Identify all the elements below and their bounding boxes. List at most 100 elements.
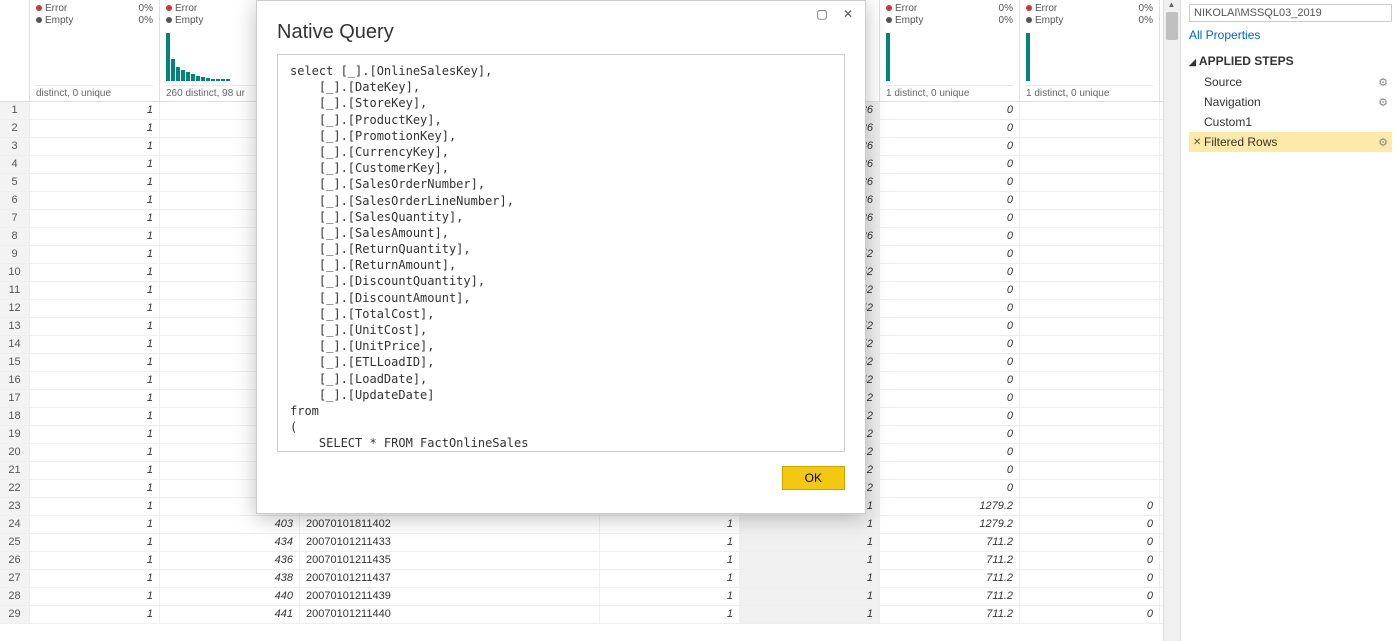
row-number[interactable]: 14 xyxy=(0,336,30,353)
cell[interactable]: 1 xyxy=(30,372,160,389)
row-number[interactable]: 7 xyxy=(0,210,30,227)
cell[interactable]: 0 xyxy=(1020,570,1160,587)
cell[interactable]: 1 xyxy=(600,552,740,569)
row-number[interactable]: 28 xyxy=(0,588,30,605)
cell[interactable]: 1 xyxy=(600,570,740,587)
cell[interactable]: 0 xyxy=(880,444,1020,461)
row-number[interactable]: 25 xyxy=(0,534,30,551)
cell[interactable] xyxy=(1020,462,1160,479)
all-properties-link[interactable]: All Properties xyxy=(1189,28,1260,42)
cell[interactable]: 1 xyxy=(30,318,160,335)
cell[interactable]: 0 xyxy=(880,120,1020,137)
applied-step[interactable]: Custom1 xyxy=(1189,112,1392,132)
cell[interactable]: 0 xyxy=(880,318,1020,335)
cell[interactable]: 1 xyxy=(740,606,880,623)
cell[interactable]: 1 xyxy=(30,156,160,173)
maximize-icon[interactable]: ▢ xyxy=(815,7,829,21)
cell[interactable]: 403 xyxy=(160,516,300,533)
cell[interactable]: 0 xyxy=(880,390,1020,407)
cell[interactable] xyxy=(1020,174,1160,191)
cell[interactable]: 1 xyxy=(30,282,160,299)
cell[interactable] xyxy=(1020,426,1160,443)
gear-icon[interactable]: ⚙ xyxy=(1378,76,1388,89)
cell[interactable]: 0 xyxy=(1020,552,1160,569)
gear-icon[interactable]: ⚙ xyxy=(1378,96,1388,109)
cell[interactable]: 1279.2 xyxy=(880,516,1020,533)
cell[interactable]: 20070101211435 xyxy=(300,552,600,569)
cell[interactable]: 1 xyxy=(30,552,160,569)
scroll-up-icon[interactable]: ▲ xyxy=(1164,0,1179,12)
row-number[interactable]: 20 xyxy=(0,444,30,461)
cell[interactable]: 711.2 xyxy=(880,534,1020,551)
cell[interactable]: 0 xyxy=(880,246,1020,263)
cell[interactable]: 711.2 xyxy=(880,588,1020,605)
row-number[interactable]: 18 xyxy=(0,408,30,425)
cell[interactable] xyxy=(1020,120,1160,137)
cell[interactable]: 711.2 xyxy=(880,552,1020,569)
cell[interactable]: 1 xyxy=(30,354,160,371)
table-row[interactable]: 2514342007010121143311711.20 xyxy=(0,534,1163,552)
cell[interactable]: 0 xyxy=(880,480,1020,497)
cell[interactable]: 1 xyxy=(30,570,160,587)
column-header-f[interactable]: Error0% Empty0% 1 distinct, 0 unique xyxy=(880,0,1020,101)
row-number[interactable]: 8 xyxy=(0,228,30,245)
row-number[interactable]: 24 xyxy=(0,516,30,533)
cell[interactable]: 1 xyxy=(30,246,160,263)
row-number[interactable]: 9 xyxy=(0,246,30,263)
cell[interactable]: 20070101211440 xyxy=(300,606,600,623)
cell[interactable]: 1 xyxy=(30,102,160,119)
cell[interactable]: 1 xyxy=(740,516,880,533)
cell[interactable]: 1 xyxy=(30,264,160,281)
row-number[interactable]: 11 xyxy=(0,282,30,299)
cell[interactable]: 440 xyxy=(160,588,300,605)
caret-down-icon[interactable]: ◢ xyxy=(1189,57,1196,67)
cell[interactable]: 0 xyxy=(1020,606,1160,623)
cell[interactable]: 1 xyxy=(30,480,160,497)
cell[interactable]: 1 xyxy=(30,138,160,155)
row-number[interactable]: 15 xyxy=(0,354,30,371)
cell[interactable] xyxy=(1020,102,1160,119)
cell[interactable]: 1 xyxy=(600,606,740,623)
cell[interactable]: 1 xyxy=(30,192,160,209)
cell[interactable] xyxy=(1020,372,1160,389)
cell[interactable]: 1 xyxy=(30,444,160,461)
cell[interactable] xyxy=(1020,246,1160,263)
cell[interactable] xyxy=(1020,228,1160,245)
cell[interactable]: 711.2 xyxy=(880,570,1020,587)
cell[interactable]: 1 xyxy=(740,552,880,569)
cell[interactable]: 1 xyxy=(30,498,160,515)
row-number[interactable]: 17 xyxy=(0,390,30,407)
table-row[interactable]: 2614362007010121143511711.20 xyxy=(0,552,1163,570)
cell[interactable]: 1 xyxy=(600,516,740,533)
cell[interactable]: 0 xyxy=(1020,516,1160,533)
column-header-g[interactable]: Error0% Empty0% 1 distinct, 0 unique xyxy=(1020,0,1160,101)
cell[interactable]: 1 xyxy=(30,300,160,317)
cell[interactable]: 436 xyxy=(160,552,300,569)
table-row[interactable]: 24140320070101811402111279.20 xyxy=(0,516,1163,534)
row-number[interactable]: 29 xyxy=(0,606,30,623)
row-number[interactable]: 4 xyxy=(0,156,30,173)
row-number[interactable]: 2 xyxy=(0,120,30,137)
cell[interactable] xyxy=(1020,264,1160,281)
row-number[interactable]: 19 xyxy=(0,426,30,443)
cell[interactable]: 0 xyxy=(880,192,1020,209)
native-query-code[interactable]: select [_].[OnlineSalesKey], [_].[DateKe… xyxy=(277,54,845,452)
row-number[interactable]: 22 xyxy=(0,480,30,497)
applied-step[interactable]: Source⚙ xyxy=(1189,72,1392,92)
cell[interactable]: 1 xyxy=(30,390,160,407)
cell[interactable]: 1 xyxy=(740,570,880,587)
row-number[interactable]: 16 xyxy=(0,372,30,389)
cell[interactable]: 1 xyxy=(30,120,160,137)
cell[interactable]: 1 xyxy=(30,534,160,551)
cell[interactable]: 1 xyxy=(30,588,160,605)
row-number[interactable]: 10 xyxy=(0,264,30,281)
cell[interactable]: 0 xyxy=(880,156,1020,173)
cell[interactable]: 1 xyxy=(30,606,160,623)
column-header-a[interactable]: Error0% Empty0% distinct, 0 unique xyxy=(30,0,160,101)
cell[interactable]: 0 xyxy=(1020,534,1160,551)
cell[interactable] xyxy=(1020,210,1160,227)
cell[interactable] xyxy=(1020,444,1160,461)
cell[interactable]: 438 xyxy=(160,570,300,587)
row-number[interactable]: 12 xyxy=(0,300,30,317)
cell[interactable]: 0 xyxy=(880,210,1020,227)
